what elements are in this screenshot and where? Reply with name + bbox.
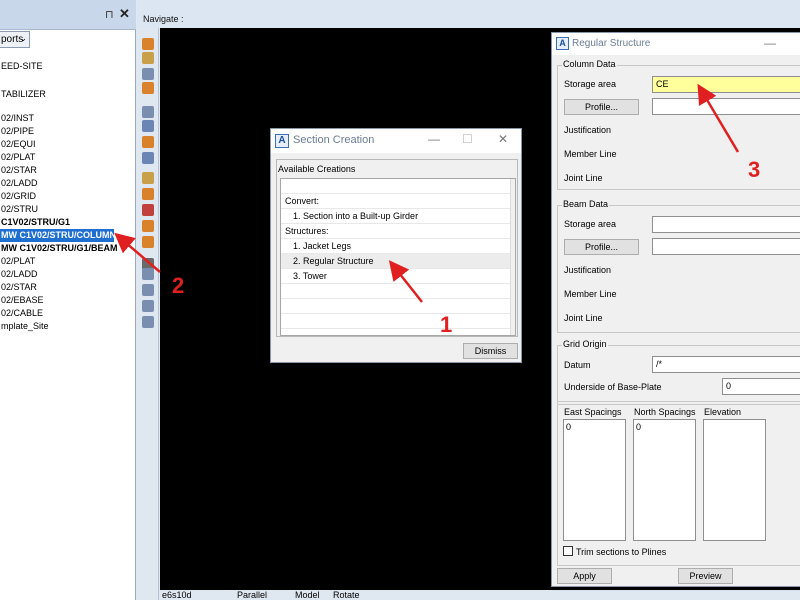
annotation-number-2: 2 — [172, 273, 185, 298]
annotation-number-3: 3 — [748, 157, 761, 182]
annotation-arrow-3 — [697, 83, 740, 153]
annotation-arrow-1 — [388, 260, 423, 303]
annotation-arrow-2 — [114, 232, 161, 273]
annotation-number-1: 1 — [440, 312, 453, 337]
annotation-overlay — [114, 83, 740, 303]
